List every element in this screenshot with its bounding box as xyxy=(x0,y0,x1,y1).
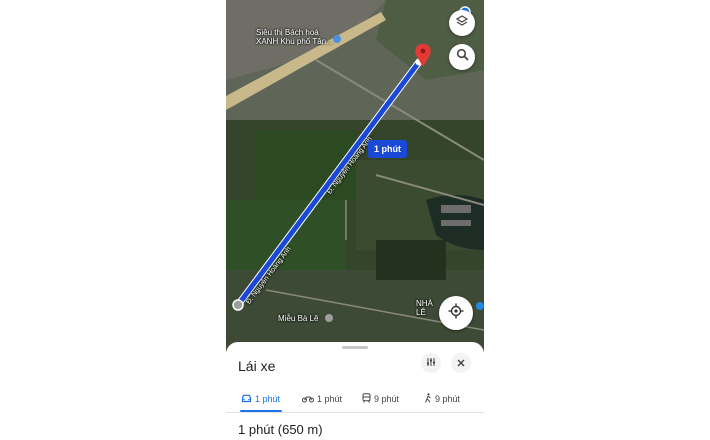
directions-sheet: Lái xe 1 phút 1 phút 9 phút 9 phút 1 phú… xyxy=(226,342,484,440)
drag-handle[interactable] xyxy=(342,346,368,349)
route-time-badge[interactable]: 1 phút xyxy=(368,140,407,158)
my-location-icon xyxy=(448,303,464,324)
travel-mode-tabs: 1 phút 1 phút 9 phút 9 phút xyxy=(226,386,484,413)
layers-icon xyxy=(455,14,469,33)
satellite-map[interactable]: Siêu thị Bách hoá XANH Khu phố Tân... Mi… xyxy=(226,0,484,352)
search-button[interactable] xyxy=(449,44,475,70)
travel-mode-title: Lái xe xyxy=(238,358,276,374)
active-tab-indicator xyxy=(240,410,282,412)
transit-icon xyxy=(362,393,371,405)
route-summary[interactable]: 1 phút (650 m) xyxy=(238,422,323,437)
tab-walk[interactable]: 9 phút xyxy=(424,386,460,412)
layers-button[interactable] xyxy=(449,10,475,36)
my-location-button[interactable] xyxy=(439,296,473,330)
phone-screen: Siêu thị Bách hoá XANH Khu phố Tân... Mi… xyxy=(226,0,484,440)
tune-icon xyxy=(426,354,436,372)
poi-label[interactable]: Siêu thị Bách hoá XANH Khu phố Tân... xyxy=(256,28,333,46)
close-icon xyxy=(457,354,465,372)
tab-transit[interactable]: 9 phút xyxy=(362,386,399,412)
walk-icon xyxy=(424,393,432,405)
close-button[interactable] xyxy=(451,353,471,373)
poi-label-mieu[interactable]: Miễu Bà Lê xyxy=(278,314,318,323)
tab-motorbike[interactable]: 1 phút xyxy=(302,386,342,412)
options-button[interactable] xyxy=(421,353,441,373)
car-icon xyxy=(241,394,252,405)
tab-car[interactable]: 1 phút xyxy=(241,386,280,412)
search-icon xyxy=(456,48,469,66)
poi-label-right[interactable]: NHÀ LÊ xyxy=(416,299,433,317)
motorbike-icon xyxy=(302,394,314,405)
